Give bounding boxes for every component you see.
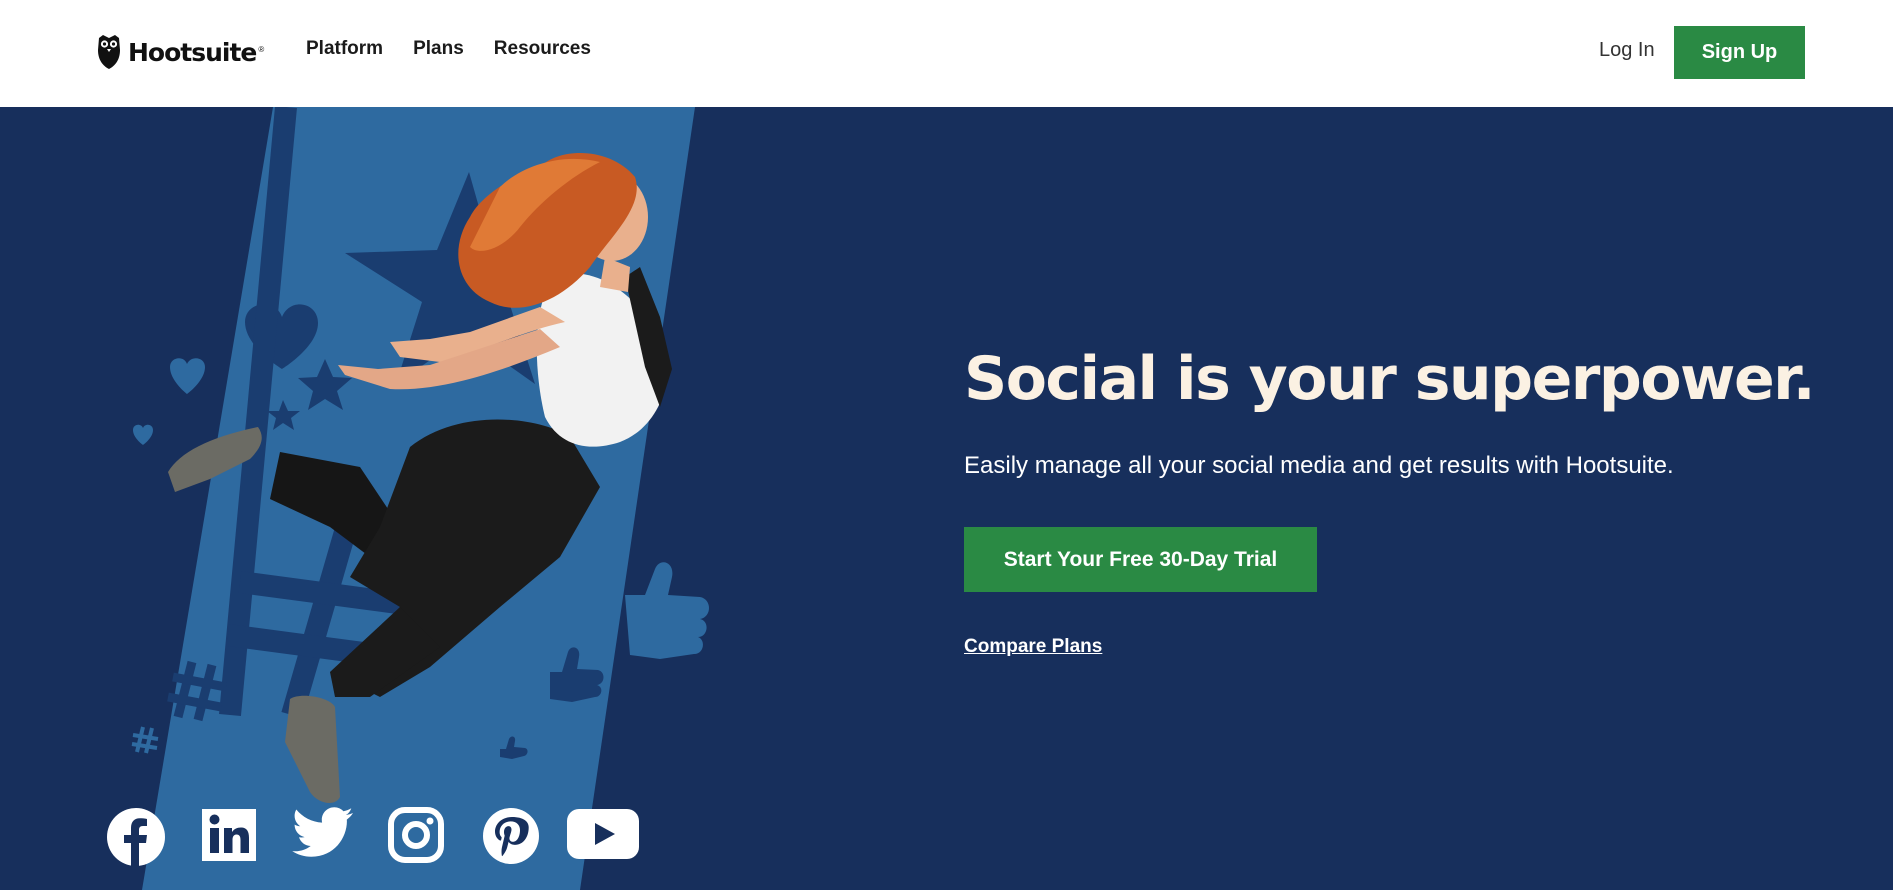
nav-plans[interactable]: Plans xyxy=(413,38,464,60)
facebook-icon[interactable] xyxy=(106,807,166,867)
hootsuite-logo[interactable]: Hootsuite ® xyxy=(96,34,264,70)
youtube-icon[interactable] xyxy=(566,807,640,861)
tiny-hashtag-icon xyxy=(131,726,159,754)
nav-platform[interactable]: Platform xyxy=(306,38,383,60)
compare-plans-link[interactable]: Compare Plans xyxy=(964,636,1102,658)
hero-subheadline: Easily manage all your social media and … xyxy=(964,452,1674,479)
start-trial-button[interactable]: Start Your Free 30-Day Trial xyxy=(964,527,1317,592)
linkedin-icon[interactable] xyxy=(202,807,256,861)
login-link[interactable]: Log In xyxy=(1599,39,1655,62)
hero-section: Social is your superpower. Easily manage… xyxy=(0,107,1893,890)
tiny-heart-icon xyxy=(133,424,153,445)
nav-resources[interactable]: Resources xyxy=(494,38,591,60)
pinterest-icon[interactable] xyxy=(482,807,540,865)
small-heart-icon xyxy=(170,358,205,394)
twitter-icon[interactable] xyxy=(292,807,354,861)
brand-name: Hootsuite xyxy=(128,37,257,67)
hero-headline: Social is your superpower. xyxy=(964,344,1815,414)
thumbs-up-icon xyxy=(625,562,709,659)
registered-mark: ® xyxy=(258,45,265,54)
signup-button[interactable]: Sign Up xyxy=(1674,26,1805,79)
owl-icon xyxy=(98,35,120,69)
hero-illustration xyxy=(131,107,709,890)
site-header: Hootsuite ® Platform Plans Resources Log… xyxy=(0,0,1893,107)
instagram-icon[interactable] xyxy=(388,807,444,863)
main-nav: Platform Plans Resources xyxy=(306,38,591,60)
